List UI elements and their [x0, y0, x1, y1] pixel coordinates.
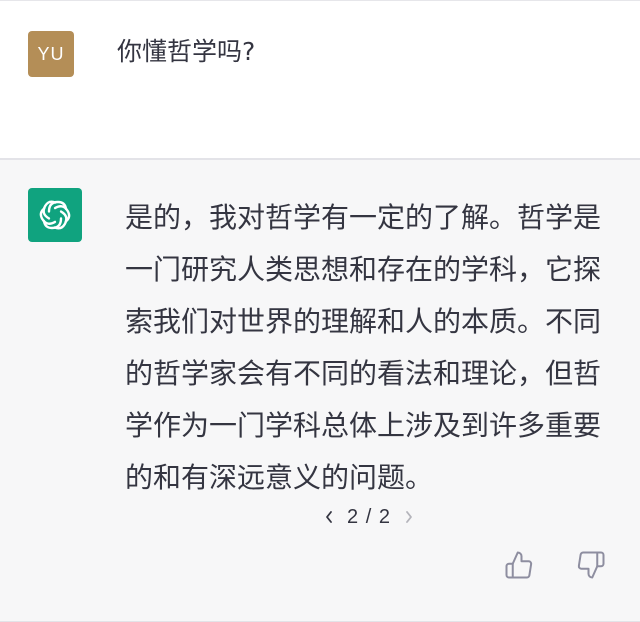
- pager-next-button[interactable]: [401, 504, 417, 530]
- response-pager: 2 / 2: [321, 504, 417, 530]
- chevron-left-icon: [326, 511, 332, 523]
- thumbs-up-icon: [505, 551, 533, 579]
- thumbs-down-icon: [577, 551, 605, 579]
- user-avatar: YU: [28, 31, 74, 77]
- chevron-right-icon: [406, 511, 412, 523]
- assistant-message-text: 是的，我对哲学有一定的了解。哲学是一门研究人类思想和存在的学科，它探索我们对世界…: [125, 201, 602, 494]
- assistant-message-row: 是的，我对哲学有一定的了解。哲学是一门研究人类思想和存在的学科，它探索我们对世界…: [0, 160, 640, 622]
- thumbs-down-button[interactable]: [575, 549, 607, 581]
- pager-label: 2 / 2: [347, 505, 391, 528]
- openai-logo-icon: [39, 200, 71, 230]
- pager-prev-button[interactable]: [321, 504, 337, 530]
- user-message-text: 你懂哲学吗?: [117, 37, 256, 66]
- thumbs-up-button[interactable]: [503, 549, 535, 581]
- assistant-avatar: [28, 188, 82, 242]
- user-avatar-initials: YU: [37, 43, 65, 64]
- user-message-row: YU 你懂哲学吗?: [0, 1, 640, 158]
